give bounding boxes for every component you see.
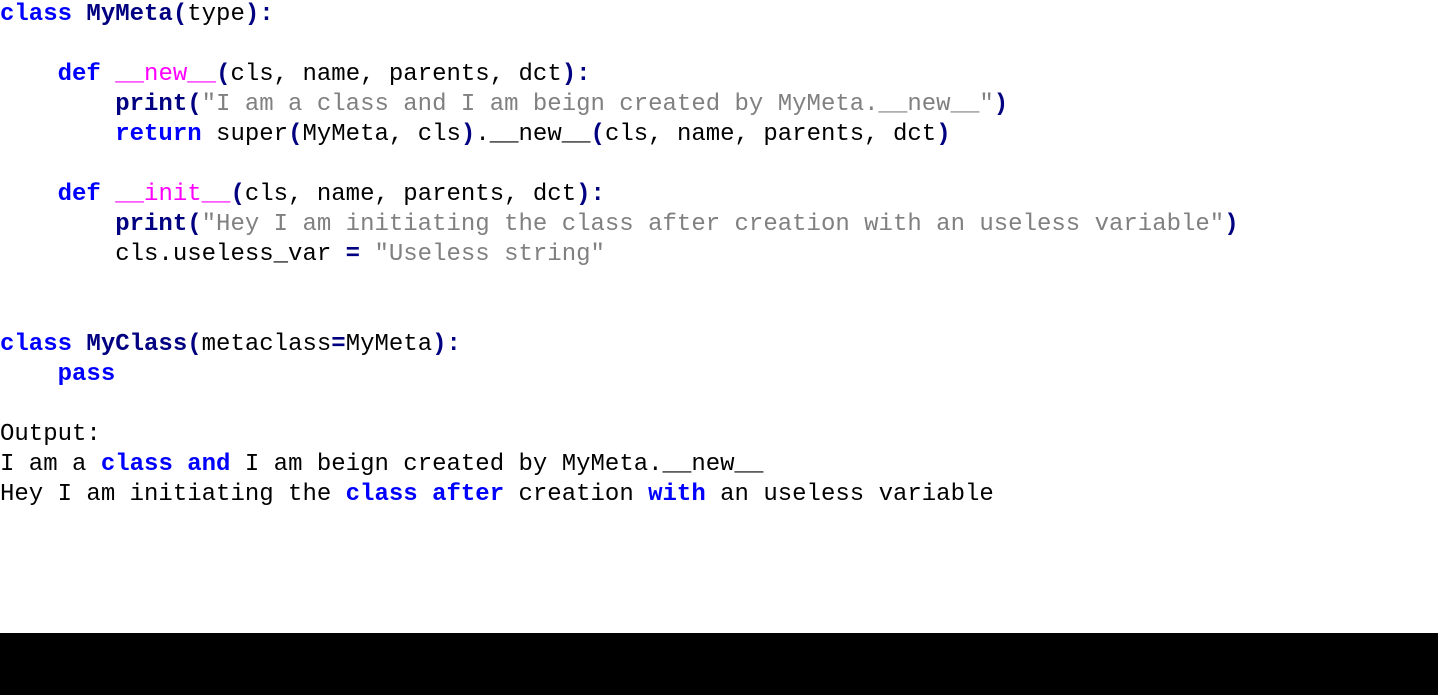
value: MyMeta (346, 331, 432, 358)
out-text: an useless variable (706, 481, 994, 508)
kw-return: return (115, 121, 201, 148)
string: "Useless string" (360, 241, 605, 268)
out-text: I am beign created by MyMeta.__new__ (230, 451, 763, 478)
paren: ) (461, 121, 475, 148)
class-name: MyClass (86, 331, 187, 358)
paren: ( (187, 91, 201, 118)
builtin: print (115, 211, 187, 238)
paren: ): (562, 61, 591, 88)
code-content: class MyMeta(type): def __new__(cls, nam… (0, 0, 1438, 510)
args: cls, name, parents, dct (245, 181, 576, 208)
paren: ( (187, 331, 201, 358)
output-label: Output: (0, 421, 101, 448)
expr: cls.useless_var (0, 241, 346, 268)
paren: ): (576, 181, 605, 208)
kw-class: class (0, 331, 72, 358)
kw-class: class (0, 1, 72, 28)
string: "Hey I am initiating the class after cre… (202, 211, 1225, 238)
kw-pass: pass (58, 361, 116, 388)
paren: ( (173, 1, 187, 28)
op: = (346, 241, 360, 268)
paren: ) (936, 121, 950, 148)
out-text: I am a (0, 451, 101, 478)
paren: ( (591, 121, 605, 148)
bottom-bar (0, 633, 1438, 695)
string: "I am a class and I am beign created by … (202, 91, 994, 118)
expr: .__new__ (475, 121, 590, 148)
builtin: print (115, 91, 187, 118)
out-text: creation (504, 481, 648, 508)
kw-arg: metaclass (202, 331, 332, 358)
code-block: class MyMeta(type): def __new__(cls, nam… (0, 0, 1438, 633)
paren: ( (230, 181, 244, 208)
paren: ( (216, 61, 230, 88)
out-text (418, 481, 432, 508)
op: = (331, 331, 345, 358)
kw-def: def (58, 181, 101, 208)
out-kw: after (432, 481, 504, 508)
paren: ( (187, 211, 201, 238)
fn-name: __new__ (115, 61, 216, 88)
fn-name: __init__ (115, 181, 230, 208)
out-text (173, 451, 187, 478)
paren: ): (245, 1, 274, 28)
out-kw: with (648, 481, 706, 508)
paren: ( (288, 121, 302, 148)
kw-def: def (58, 61, 101, 88)
args: cls, name, parents, dct (230, 61, 561, 88)
paren: ) (1224, 211, 1238, 238)
out-kw: class (346, 481, 418, 508)
out-kw: class (101, 451, 173, 478)
expr: super (202, 121, 288, 148)
class-name: MyMeta (86, 1, 172, 28)
args: cls, name, parents, dct (605, 121, 936, 148)
base: type (187, 1, 245, 28)
args: MyMeta, cls (302, 121, 460, 148)
out-text: Hey I am initiating the (0, 481, 346, 508)
paren: ): (432, 331, 461, 358)
out-kw: and (187, 451, 230, 478)
paren: ) (994, 91, 1008, 118)
